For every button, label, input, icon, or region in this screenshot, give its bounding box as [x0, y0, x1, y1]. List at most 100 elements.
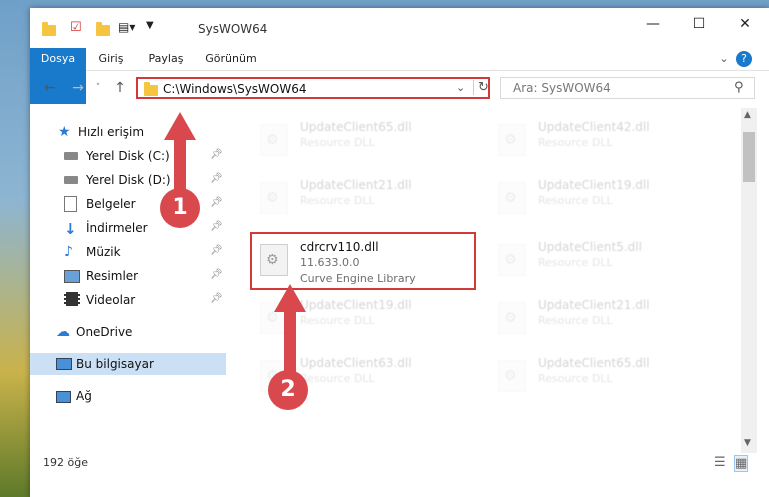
file-name: UpdateClient63.dll [300, 356, 412, 370]
file-name: UpdateClient19.dll [538, 178, 650, 192]
network-icon [56, 388, 72, 404]
sidebar-item-label: Hızlı erişim [78, 125, 145, 139]
file-name: UpdateClient19.dll [300, 298, 412, 312]
sidebar-item-label: Müzik [86, 245, 121, 259]
properties-icon[interactable]: ☑ [70, 20, 86, 36]
minimize-button[interactable]: — [630, 8, 676, 40]
highlight-box-file [250, 232, 476, 290]
maximize-button[interactable]: ☐ [676, 8, 722, 40]
pin-icon[interactable]: 📌︎ [210, 149, 223, 160]
sidebar-item-label: Videolar [86, 293, 136, 307]
file-item[interactable]: UpdateClient65.dll Resource DLL [488, 348, 716, 404]
folder-icon [42, 22, 56, 36]
computer-icon [56, 356, 72, 372]
large-icons-view-icon[interactable]: ▦ [734, 455, 749, 472]
window-title: SysWOW64 [198, 22, 268, 36]
drive-icon [64, 148, 80, 164]
annotation-arrow-2 [274, 284, 306, 384]
sidebar-item-this-pc[interactable]: Bu bilgisayar [30, 353, 226, 375]
file-description: Resource DLL [538, 256, 613, 269]
dll-file-icon [498, 124, 526, 156]
sidebar-item-label: Yerel Disk (D:) [86, 173, 171, 187]
sidebar-item-label: Belgeler [86, 197, 136, 211]
sidebar-item-network[interactable]: Ağ [30, 385, 226, 407]
sidebar-item-videos[interactable]: Videolar 📌︎ [30, 289, 226, 311]
sidebar-item-label: İndirmeler [86, 221, 148, 235]
pin-icon[interactable]: 📌︎ [210, 173, 223, 184]
sidebar-item-label: Resimler [86, 269, 139, 283]
file-name: UpdateClient65.dll [538, 356, 650, 370]
video-icon [64, 292, 80, 308]
file-item[interactable]: UpdateClient65.dll Resource DLL [250, 112, 478, 168]
recent-locations-icon[interactable]: ˅ [88, 78, 108, 98]
step-badge-2: 2 [268, 370, 308, 410]
close-button[interactable]: ✕ [722, 8, 768, 40]
sidebar-item-onedrive[interactable]: ☁ OneDrive [30, 321, 226, 343]
item-count: 192 öğe [43, 456, 88, 469]
file-description: Resource DLL [538, 136, 613, 149]
file-name: UpdateClient5.dll [538, 240, 642, 254]
pin-icon[interactable]: 📌︎ [210, 269, 223, 280]
cloud-icon: ☁ [56, 324, 70, 340]
refresh-icon[interactable]: ↻ [473, 80, 489, 95]
vertical-scrollbar[interactable]: ▲ ▼ [741, 108, 757, 453]
file-description: Resource DLL [538, 372, 613, 385]
up-button[interactable]: ↑ [110, 78, 130, 98]
tab-home[interactable]: Giriş [86, 48, 136, 70]
file-item[interactable]: UpdateClient19.dll Resource DLL [488, 170, 716, 226]
file-description: Resource DLL [300, 136, 375, 149]
file-name: UpdateClient65.dll [300, 120, 412, 134]
view-icon[interactable]: ▤▾ [118, 20, 135, 36]
navigation-bar: ← → ˅ ↑ C:\Windows\SysWOW64 ⌄ ↻ Ara: Sys… [30, 74, 769, 102]
new-folder-icon[interactable] [96, 22, 110, 36]
dll-file-icon [260, 124, 288, 156]
scroll-thumb[interactable] [743, 132, 755, 182]
dll-file-icon [498, 360, 526, 392]
pin-icon[interactable]: 📌︎ [210, 221, 223, 232]
sidebar-item-pictures[interactable]: Resimler 📌︎ [30, 265, 226, 287]
address-dropdown-icon[interactable]: ⌄ [456, 81, 465, 94]
document-icon [64, 196, 80, 212]
sidebar-item-label: Ağ [76, 389, 92, 403]
file-description: Resource DLL [538, 314, 613, 327]
forward-button[interactable]: → [68, 78, 88, 98]
dll-file-icon [498, 302, 526, 334]
status-bar: 192 öğe ☰ ▦ [30, 450, 769, 475]
file-description: Resource DLL [300, 372, 375, 385]
file-item[interactable]: UpdateClient5.dll Resource DLL [488, 232, 716, 288]
tab-view[interactable]: Görünüm [198, 48, 264, 70]
dll-file-icon [498, 182, 526, 214]
back-button[interactable]: ← [40, 78, 60, 98]
file-item[interactable]: UpdateClient21.dll Resource DLL [250, 170, 478, 226]
step-badge-1: 1 [160, 188, 200, 228]
scroll-down-icon[interactable]: ▼ [744, 438, 751, 448]
search-icon[interactable]: ⚲ [734, 80, 744, 95]
sidebar-item-downloads[interactable]: ↓ İndirmeler 📌︎ [30, 217, 226, 239]
help-icon[interactable]: ? [736, 51, 752, 67]
address-text: C:\Windows\SysWOW64 [163, 82, 307, 96]
sidebar-item-music[interactable]: ♪ Müzik 📌︎ [30, 241, 226, 263]
pin-icon[interactable]: 📌︎ [210, 245, 223, 256]
pin-icon[interactable]: 📌︎ [210, 293, 223, 304]
dll-file-icon [498, 244, 526, 276]
file-item[interactable]: UpdateClient42.dll Resource DLL [488, 112, 716, 168]
file-item[interactable]: UpdateClient21.dll Resource DLL [488, 290, 716, 346]
search-box[interactable]: Ara: SysWOW64 ⚲ [500, 77, 755, 99]
picture-icon [64, 268, 80, 284]
file-description: Resource DLL [300, 194, 375, 207]
sidebar-item-label: OneDrive [76, 325, 133, 339]
file-description: Resource DLL [300, 314, 375, 327]
scroll-up-icon[interactable]: ▲ [744, 110, 751, 120]
details-view-icon[interactable]: ☰ [714, 455, 726, 470]
star-icon: ★ [58, 124, 71, 140]
tab-share[interactable]: Paylaş [140, 48, 192, 70]
search-input[interactable]: Ara: SysWOW64 [513, 81, 611, 95]
file-name: UpdateClient21.dll [300, 178, 412, 192]
ribbon-tabs: Dosya Giriş Paylaş Görünüm ⌄ ? [30, 48, 769, 104]
file-description: Resource DLL [538, 194, 613, 207]
customize-quick-access-icon[interactable]: ▼ [146, 20, 162, 36]
address-bar[interactable]: C:\Windows\SysWOW64 ⌄ ↻ [136, 77, 490, 99]
drive-icon [64, 172, 80, 188]
pin-icon[interactable]: 📌︎ [210, 197, 223, 208]
ribbon-expand-icon[interactable]: ⌄ [714, 48, 734, 70]
